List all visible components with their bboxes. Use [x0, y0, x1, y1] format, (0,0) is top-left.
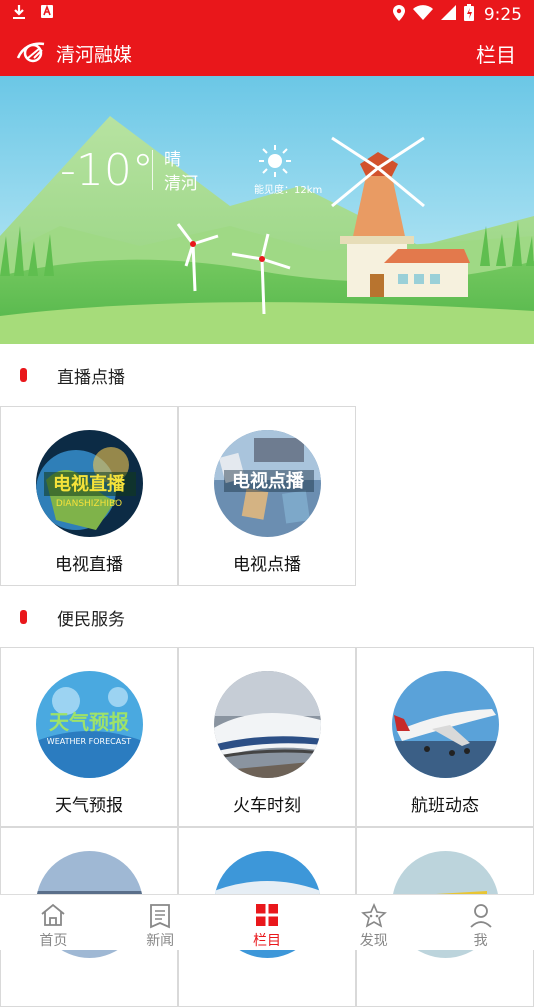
location-icon — [392, 4, 405, 25]
app-notification-icon — [40, 4, 54, 24]
grid-icon — [255, 904, 278, 926]
flight-status-thumbnail — [392, 671, 499, 778]
tv-live-image-subtext: DIANSHIZHIBO — [56, 499, 122, 509]
tab-label: 发现 — [359, 933, 388, 949]
app-bar: 清河融媒 栏目 — [0, 28, 534, 76]
grid-item-label: 电视直播 — [55, 555, 123, 575]
wifi-icon — [412, 5, 433, 24]
tv-vod-image-text: 电视点播 — [232, 470, 305, 492]
weather-condition: 晴 — [164, 150, 181, 170]
download-icon — [12, 4, 26, 24]
weather-city: 清河 — [164, 174, 198, 194]
weather-forecast-thumbnail: 天气预报 WEATHER FORECAST — [36, 671, 143, 778]
tv-vod-thumbnail: 电视点播 — [214, 430, 321, 537]
weather-divider — [152, 150, 153, 190]
tab-news[interactable]: 新闻 — [107, 895, 214, 950]
discover-icon — [360, 903, 387, 928]
tab-home[interactable]: 首页 — [0, 895, 107, 950]
grid-item-tv-live[interactable]: 电视直播 DIANSHIZHIBO 电视直播 — [0, 406, 178, 586]
grid-item-tv-vod[interactable]: 电视点播 电视点播 — [178, 406, 356, 586]
tab-columns[interactable]: 栏目 — [214, 895, 321, 950]
train-schedule-thumbnail — [214, 671, 321, 778]
grid-item-label: 航班动态 — [411, 796, 479, 816]
tab-me[interactable]: 我 — [427, 895, 534, 950]
landscape-illustration — [0, 76, 534, 344]
tab-discover[interactable]: 发现 — [320, 895, 427, 950]
section-marker — [20, 368, 27, 382]
section-title: 直播点播 — [57, 368, 125, 388]
weather-forecast-image-subtext: WEATHER FORECAST — [47, 737, 132, 746]
grid-item-label: 天气预报 — [55, 796, 123, 816]
app-title: 清河融媒 — [56, 44, 133, 66]
tab-label: 首页 — [39, 933, 68, 949]
tv-live-thumbnail: 电视直播 DIANSHIZHIBO — [36, 430, 143, 537]
home-icon — [41, 903, 65, 926]
weather-desc: 晴 清河 — [164, 148, 198, 196]
battery-icon — [463, 4, 474, 25]
grid-item-flight-status[interactable]: 航班动态 — [356, 647, 534, 827]
column-menu-button[interactable]: 栏目 — [476, 39, 516, 68]
visibility-text: 能见度：12km — [254, 185, 323, 196]
tab-label: 我 — [473, 933, 488, 949]
section-title: 便民服务 — [57, 610, 125, 630]
grid-item-train-schedule[interactable]: 火车时刻 — [178, 647, 356, 827]
sun-icon — [258, 144, 292, 182]
section-header-live: 直播点播 — [0, 344, 534, 406]
tab-label: 新闻 — [146, 933, 175, 949]
section-header-services: 便民服务 — [0, 586, 534, 648]
status-bar: 9:25 — [0, 0, 534, 28]
temperature: -10° — [60, 145, 154, 196]
grid-item-label: 火车时刻 — [233, 796, 301, 816]
weather-banner[interactable]: -10° 晴 清河 能见度：12km — [0, 76, 534, 344]
bottom-tab-bar: 首页 新闻 栏目 发现 我 — [0, 894, 534, 950]
news-icon — [150, 904, 171, 929]
grid-item-label: 电视点播 — [233, 555, 301, 575]
signal-icon — [440, 5, 456, 24]
app-logo-icon — [16, 38, 50, 66]
tab-label: 栏目 — [252, 933, 281, 949]
grid-item-weather-forecast[interactable]: 天气预报 WEATHER FORECAST 天气预报 — [0, 647, 178, 827]
weather-forecast-image-text: 天气预报 — [49, 710, 129, 734]
section-marker — [20, 610, 27, 624]
profile-icon — [469, 904, 492, 928]
tv-live-image-text: 电视直播 — [53, 473, 126, 495]
status-time: 9:25 — [483, 4, 522, 25]
